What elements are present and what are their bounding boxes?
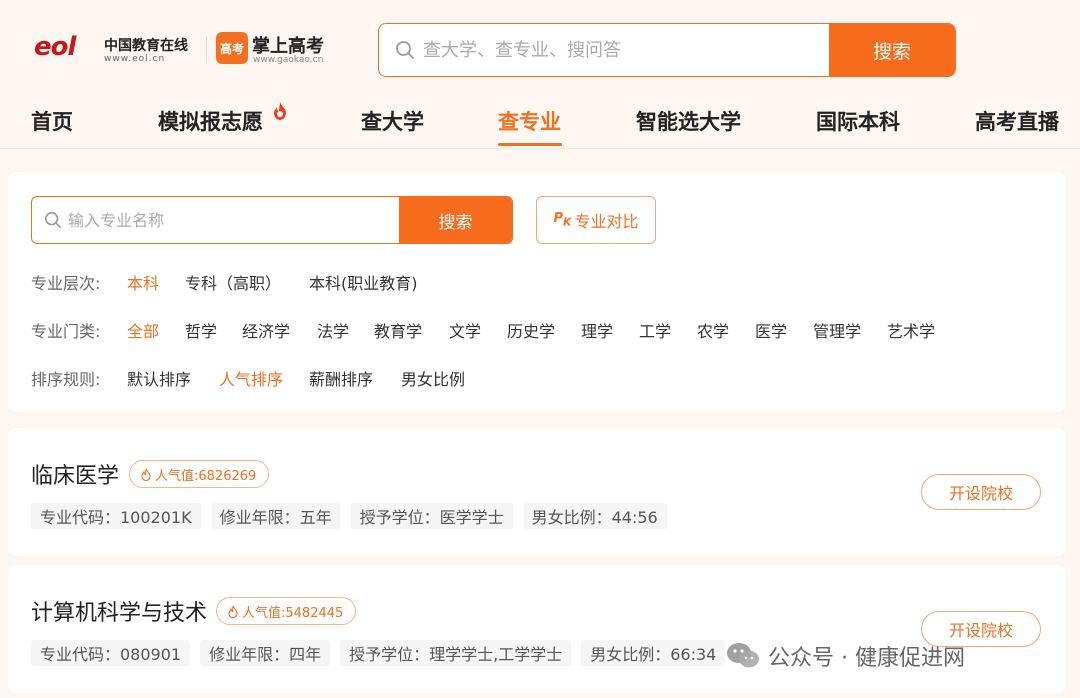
gaokao-logo-url: www.gaokao.cn (253, 55, 324, 65)
popularity-value: 人气值:6826269 (155, 468, 257, 484)
filter-category-philosophy[interactable]: 哲学 (185, 318, 217, 342)
popularity-badge: 人气值:5482445 (216, 597, 357, 625)
tag-degree: 授予学位：医学学士 (350, 503, 513, 529)
filter-category-literature[interactable]: 文学 (449, 318, 481, 342)
flame-icon (228, 605, 238, 618)
nav-active-underline (498, 143, 562, 146)
filter-label-category: 专业门类: (31, 322, 101, 341)
compare-icon-sub: K (563, 215, 572, 229)
filter-category-medicine[interactable]: 医学 (755, 318, 787, 342)
tag-gender-ratio: 男女比例：44:56 (522, 503, 667, 529)
popularity-value: 人气值:5482445 (242, 605, 344, 621)
nav-divider (0, 148, 1080, 149)
filter-label-sort: 排序规则: (31, 370, 101, 389)
offering-schools-button[interactable]: 开设院校 (921, 474, 1041, 510)
gaokao-logo-icon[interactable]: 高考 (216, 32, 248, 64)
nav-international[interactable]: 国际本科 (816, 106, 900, 136)
popularity-badge: 人气值:6826269 (129, 460, 270, 488)
major-tags: 专业代码：100201K 修业年限：五年 授予学位：医学学士 男女比例：44:5… (31, 503, 667, 529)
watermark-text: 公众号 · 健康促进网 (768, 646, 965, 671)
compare-icon-main: P (553, 211, 564, 227)
sort-gender-ratio[interactable]: 男女比例 (401, 366, 465, 390)
filter-category-science[interactable]: 理学 (581, 318, 613, 342)
wechat-watermark: 公众号 · 健康促进网 (726, 636, 965, 676)
site-search-button[interactable]: 搜索 (829, 24, 955, 76)
major-name[interactable]: 计算机科学与技术 (31, 595, 207, 627)
flame-icon (141, 468, 151, 481)
filter-category-engineering[interactable]: 工学 (639, 318, 671, 342)
filter-category-education[interactable]: 教育学 (374, 318, 422, 342)
major-search-bar: 搜索 (31, 196, 513, 244)
major-name[interactable]: 临床医学 (31, 458, 119, 490)
nav-mock-application[interactable]: 模拟报志愿 (158, 102, 286, 136)
major-tags: 专业代码：080901 修业年限：四年 授予学位：理学学士,工学学士 男女比例：… (31, 640, 726, 666)
eol-logo[interactable]: eol 中国教育在线 www.eol.cn (34, 32, 199, 68)
tag-degree: 授予学位：理学学士,工学学士 (340, 640, 572, 666)
major-compare-label: 专业对比 (574, 212, 639, 231)
wechat-icon (727, 643, 759, 668)
tag-study-years: 修业年限：五年 (210, 503, 341, 529)
tag-major-code: 专业代码：080901 (31, 640, 191, 666)
search-icon (44, 211, 62, 229)
major-card: 临床医学 人气值:6826269 专业代码：100201K 修业年限：五年 授予… (8, 428, 1066, 556)
filter-category-management[interactable]: 管理学 (813, 318, 861, 342)
eol-logo-name: 中国教育在线 (104, 38, 188, 54)
search-icon (396, 41, 414, 59)
logo-divider (206, 36, 207, 62)
tag-major-code: 专业代码：100201K (31, 503, 201, 529)
tag-study-years: 修业年限：四年 (200, 640, 331, 666)
compare-icon: PK (554, 211, 572, 229)
nav-find-university[interactable]: 查大学 (361, 106, 424, 136)
eol-logo-url: www.eol.cn (104, 54, 166, 64)
major-filter-panel: 搜索 PK 专业对比 专业层次: 本科 专科（高职） 本科(职业教育) 专业门类… (8, 172, 1066, 412)
sort-salary[interactable]: 薪酬排序 (309, 366, 373, 390)
site-search-bar: 搜索 (378, 23, 956, 77)
filter-category-all[interactable]: 全部 (127, 318, 159, 342)
nav-live[interactable]: 高考直播 (975, 106, 1059, 136)
filter-level-vocational-undergrad[interactable]: 本科(职业教育) (309, 270, 418, 294)
filter-level-undergrad[interactable]: 本科 (127, 270, 159, 294)
filter-category-arts[interactable]: 艺术学 (887, 318, 935, 342)
nav-smart-select[interactable]: 智能选大学 (636, 106, 741, 136)
eol-logo-mark: eol (34, 32, 76, 62)
main-nav: 首页 模拟报志愿 查大学 查专业 智能选大学 国际本科 高考直播 (0, 96, 1080, 148)
nav-find-major[interactable]: 查专业 (498, 106, 561, 136)
filter-category-history[interactable]: 历史学 (507, 318, 555, 342)
filter-category-economics[interactable]: 经济学 (242, 318, 290, 342)
tag-gender-ratio: 男女比例：66:34 (581, 640, 726, 666)
filter-category-law[interactable]: 法学 (317, 318, 349, 342)
filter-category-agriculture[interactable]: 农学 (697, 318, 729, 342)
sort-default[interactable]: 默认排序 (127, 366, 191, 390)
nav-mock-application-label: 模拟报志愿 (158, 110, 263, 134)
major-compare-button[interactable]: PK 专业对比 (536, 196, 656, 244)
nav-home[interactable]: 首页 (31, 106, 73, 136)
filter-label-level: 专业层次: (31, 274, 101, 293)
site-header: eol 中国教育在线 www.eol.cn 高考 掌上高考 www.gaokao… (0, 0, 1080, 150)
major-search-input[interactable] (68, 197, 388, 243)
site-search-input[interactable] (423, 24, 823, 76)
filter-level-vocational[interactable]: 专科（高职） (185, 270, 281, 294)
sort-popularity[interactable]: 人气排序 (219, 366, 283, 390)
hot-flame-icon (274, 102, 286, 120)
major-search-button[interactable]: 搜索 (399, 197, 512, 243)
